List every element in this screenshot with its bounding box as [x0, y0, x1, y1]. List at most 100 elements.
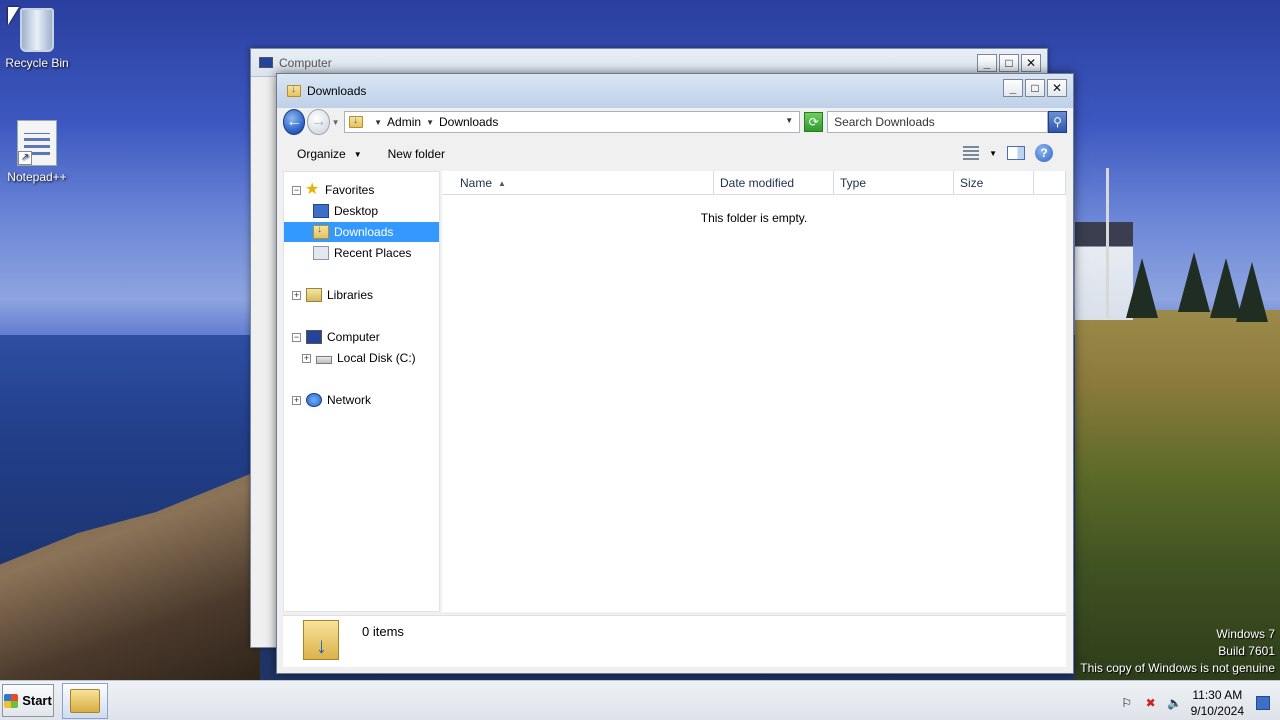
network-disconnected-icon[interactable]: ✖ [1143, 695, 1159, 711]
windows-explorer-icon [70, 689, 100, 713]
downloads-folder-icon [349, 115, 364, 128]
clock-time: 11:30 AM [1192, 688, 1243, 702]
file-list[interactable]: Name ▲ Date modified Type Size This fold… [442, 171, 1066, 612]
maximize-button[interactable]: □ [1025, 79, 1045, 97]
close-button[interactable]: ✕ [1047, 79, 1067, 97]
column-header-label: Size [960, 176, 984, 190]
start-label: Start [22, 693, 52, 708]
show-desktop-button[interactable] [1256, 696, 1270, 710]
expand-icon[interactable]: + [292, 395, 301, 405]
sort-ascending-icon: ▲ [498, 178, 506, 188]
help-icon[interactable]: ? [1035, 144, 1053, 162]
preview-pane-icon[interactable] [1007, 146, 1025, 160]
back-button[interactable]: ← [283, 109, 306, 135]
recent-pages-dropdown[interactable]: ▼ [332, 118, 340, 127]
tree-item-label: Local Disk (C:) [337, 351, 416, 365]
downloads-folder-icon [287, 84, 301, 97]
forward-button[interactable]: → [307, 109, 330, 135]
clock-date: 9/10/2024 [1190, 704, 1244, 718]
minimize-button[interactable]: _ [1003, 79, 1023, 97]
item-count: 0 items [362, 624, 404, 639]
watermark-line: Windows 7 [1216, 627, 1275, 641]
expand-icon[interactable]: + [302, 353, 311, 363]
wallpaper-house [1075, 222, 1133, 320]
network-icon [306, 393, 322, 407]
clock[interactable]: 11:30 AM 9/10/2024 [1191, 687, 1244, 719]
column-header-extra[interactable] [1034, 171, 1066, 195]
tree-item-desktop[interactable]: Desktop [284, 201, 439, 221]
maximize-button[interactable]: □ [999, 54, 1019, 72]
downloads-window-titlebar[interactable]: Downloads _ □ ✕ [277, 74, 1073, 108]
recent-places-icon [313, 246, 329, 260]
address-bar[interactable]: ▼ Admin ▼ Downloads ▼ [344, 111, 801, 133]
computer-icon [306, 330, 322, 344]
column-header-name[interactable]: Name ▲ [442, 171, 714, 195]
system-tray: ⚐ ✖ 🔈 11:30 AM 9/10/2024 [1119, 687, 1270, 719]
expand-icon[interactable]: + [292, 290, 301, 300]
search-placeholder: Search Downloads [834, 115, 935, 129]
desktop-icon [313, 204, 329, 218]
column-header-size[interactable]: Size [954, 171, 1034, 195]
organize-label: Organize [297, 147, 346, 161]
desktop-icon-label: Notepad++ [7, 170, 67, 184]
computer-icon [259, 57, 273, 68]
tree-item-label: Favorites [325, 183, 375, 197]
column-header-type[interactable]: Type [834, 171, 954, 195]
downloads-window[interactable]: Downloads _ □ ✕ ← → ▼ ▼ Admin ▼ Download… [276, 73, 1074, 674]
details-pane: 0 items [283, 615, 1066, 667]
refresh-button[interactable]: ⟳ [804, 112, 824, 132]
wallpaper-pole [1106, 168, 1109, 318]
recycle-bin-icon [20, 8, 54, 52]
tree-item-recent-places[interactable]: Recent Places [284, 243, 439, 263]
downloads-folder-icon [303, 620, 339, 660]
volume-muted-icon[interactable]: 🔈 [1167, 695, 1183, 711]
column-header-label: Name [460, 176, 493, 190]
navigation-pane: − ★ Favorites Desktop Downloads Recent P… [283, 171, 440, 612]
address-dropdown-icon[interactable]: ▼ [785, 116, 793, 125]
tree-item-local-disk[interactable]: + Local Disk (C:) [284, 348, 439, 368]
search-input[interactable]: Search Downloads [827, 111, 1049, 133]
libraries-icon [306, 288, 322, 302]
minimize-button[interactable]: _ [977, 54, 997, 72]
hard-disk-icon [316, 356, 332, 364]
new-folder-button[interactable]: New folder [388, 147, 445, 161]
organize-button[interactable]: Organize ▼ [297, 147, 362, 161]
search-icon[interactable]: ⚲ [1048, 111, 1067, 133]
windows-watermark: Windows 7 Build 7601 This copy of Window… [1080, 626, 1275, 677]
collapse-icon[interactable]: − [292, 185, 301, 195]
close-button[interactable]: ✕ [1021, 54, 1041, 72]
breadcrumb-item-downloads[interactable]: Downloads [439, 115, 498, 129]
tree-item-libraries[interactable]: + Libraries [284, 285, 439, 305]
taskbar-explorer-button[interactable] [62, 683, 108, 719]
empty-folder-message: This folder is empty. [700, 211, 808, 225]
tree-item-label: Libraries [327, 288, 374, 302]
window-title: Computer [279, 55, 332, 70]
tree-item-label: Downloads [334, 225, 394, 239]
breadcrumb-chevron-icon[interactable]: ▼ [374, 118, 382, 127]
action-center-flag-icon[interactable]: ⚐ [1119, 695, 1135, 711]
tree-item-favorites[interactable]: − ★ Favorites [284, 180, 439, 200]
shortcut-arrow-icon: ↗ [18, 151, 32, 165]
view-options-chevron-icon[interactable]: ▼ [989, 149, 997, 158]
change-view-icon[interactable] [963, 146, 980, 160]
column-header-date-modified[interactable]: Date modified [714, 171, 834, 195]
column-header-label: Date modified [720, 176, 795, 190]
tree-item-computer[interactable]: − Computer [284, 327, 439, 347]
windows-logo-icon [4, 693, 19, 708]
collapse-icon[interactable]: − [292, 332, 301, 342]
start-button[interactable]: Start [2, 684, 54, 717]
notepad-plus-plus-icon: ↗ [17, 120, 57, 166]
watermark-line: This copy of Windows is not genuine [1080, 661, 1275, 675]
wallpaper-tree [1178, 252, 1210, 312]
chevron-down-icon: ▼ [353, 149, 362, 159]
address-row: ← → ▼ ▼ Admin ▼ Downloads ▼ ⟳ Search Dow… [283, 108, 1067, 136]
wallpaper-land [1075, 310, 1280, 680]
tree-item-network[interactable]: + Network [284, 390, 439, 410]
desktop-icon-notepad-plus-plus[interactable]: ↗ Notepad++ [0, 120, 74, 184]
column-headers: Name ▲ Date modified Type Size [442, 171, 1066, 195]
breadcrumb: ▼ Admin ▼ Downloads [369, 115, 498, 129]
taskbar: Start ⚐ ✖ 🔈 11:30 AM 9/10/2024 [0, 680, 1280, 720]
breadcrumb-chevron-icon[interactable]: ▼ [426, 118, 434, 127]
breadcrumb-item-admin[interactable]: Admin [387, 115, 421, 129]
tree-item-downloads[interactable]: Downloads [284, 222, 439, 242]
